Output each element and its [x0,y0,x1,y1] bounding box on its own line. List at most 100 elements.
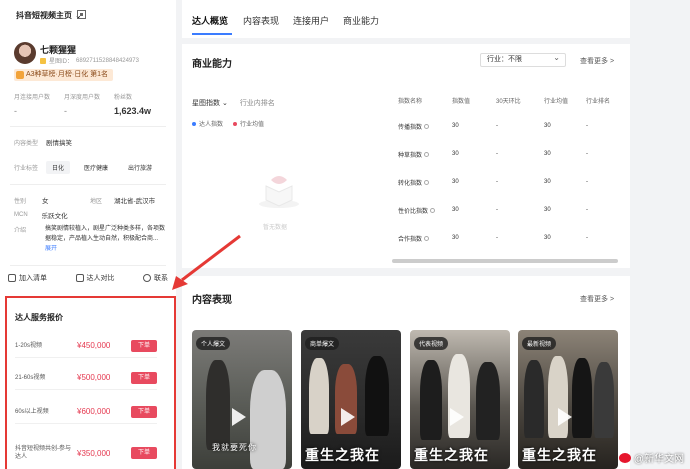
play-icon [232,408,246,426]
video-badge: 代表视频 [414,337,449,350]
intro-text: 搞笑剧情较植入，剧星广泛种类多样，各项数据稳定，产品植入生动自然，积极配合商..… [45,226,166,252]
order-button[interactable]: 下单 [131,371,157,384]
star-map-icon [40,57,46,64]
service-quote-panel: 达人服务报价 1-20s视频 ¥450,000 下单 21-60s视频 ¥500… [5,296,176,469]
divider [10,265,166,266]
chat-icon [143,274,151,282]
video-caption: 重生之我在 [522,448,597,464]
content-more-link[interactable]: 查看更多 > [580,294,614,304]
list-add-icon [8,274,16,282]
legend-item: 行业均值 [233,119,264,128]
tab-connected-users[interactable]: 连接用户 [293,14,329,27]
quote-title: 达人服务报价 [15,313,63,322]
chart-header: 星图指数 ⌄ 行业内排名 [192,98,275,108]
tab-content-performance[interactable]: 内容表现 [243,14,279,27]
video-figure [572,358,592,438]
video-figure [365,356,389,436]
content-type-row: 内容类型 剧情搞笑 [14,140,73,147]
stat-monthly-deep: 月深度用户数 - [64,95,101,116]
video-caption: 重生之我在 [305,448,380,464]
video-figure [594,362,614,438]
video-badge: 最新视频 [522,337,557,350]
watermark: @新华文网 [618,450,684,465]
video-figure [476,362,500,440]
help-icon[interactable] [424,180,430,186]
industry-chip[interactable]: 医疗健康 [78,161,114,174]
quote-row: 60s以上视频 ¥600,000 下单 [15,400,157,424]
profile-sidebar: 抖音短视频主页 ⌄ 七颗猩猩 星图ID： 6892711528848424973 … [0,0,176,469]
intro-label: 介绍 [14,228,27,234]
tab-overview[interactable]: 达人概览 [192,14,228,27]
active-tab-underline [192,33,232,35]
help-icon[interactable] [424,236,430,242]
order-button[interactable]: 下单 [131,339,157,352]
legend-item: 达人指数 [192,119,223,128]
video-figure [524,360,544,438]
mcn-row: MCN 乐跃文化 [14,210,68,220]
tab-business-ability[interactable]: 商业能力 [343,14,379,27]
content-title: 内容表现 [192,295,232,306]
video-badge: 商单爆文 [305,337,340,350]
quote-row: 1-20s视频 ¥450,000 下单 [15,334,157,358]
table-row: 传播指数 30-30- [398,123,588,131]
business-more-link[interactable]: 查看更多 > [580,56,614,66]
quote-row: 抖音短视频共创-参与达人 ¥350,000 下单 [15,438,157,468]
action-bar: 加入清单 达人对比 联系 [8,273,168,283]
empty-text: 暂无数据 [263,225,288,231]
video-card[interactable]: 最新视频 重生之我在 [518,330,618,469]
stat-monthly-connected: 月连接用户数 - [14,95,51,116]
table-row: 性价比指数 30-30- [398,207,588,215]
industry-row: 行业标签 日化 医疗健康 出行旅游 [14,161,158,174]
stats-row: 月连接用户数 - 月深度用户数 - 粉丝数 1,623.4w [14,92,164,116]
divider [10,126,166,127]
industry-select[interactable]: 行业：不限 [480,52,566,67]
industry-chip[interactable]: 日化 [46,161,71,174]
empty-box-illustration [259,176,299,208]
play-icon [450,408,464,426]
play-icon [341,408,355,426]
compare-icon [75,274,84,282]
video-caption: 我就要死你 [212,443,257,452]
region-row: 地区 湖北省-武汉市 [90,198,156,205]
help-icon[interactable] [424,152,430,158]
video-figure [206,360,230,450]
video-badge: 个人爆文 [196,337,231,350]
crown-icon [16,71,24,79]
platform-select[interactable]: 抖音短视频主页 ⌄ [16,10,82,21]
weibo-logo-icon [618,452,631,463]
stat-followers: 粉丝数 1,623.4w [114,95,152,116]
quote-row: 21-60s视频 ¥500,000 下单 [15,366,157,390]
avatar [14,42,36,64]
creator-name: 七颗猩猩 [40,45,77,55]
add-to-list-button[interactable]: 加入清单 [8,273,47,283]
contact-button[interactable]: 联系 [143,273,168,283]
table-row: 转化指数 30-30- [398,179,588,187]
table-row: 合作指数 30-30- [398,235,588,243]
rank-badge[interactable]: A3种草榜·月榜·日化 第1名 [14,69,114,81]
video-figure [420,360,442,440]
compare-button[interactable]: 达人对比 [75,273,115,283]
expand-link[interactable]: 展开 [45,246,57,252]
play-icon [558,408,572,426]
business-title: 商业能力 [192,59,232,70]
mcn-link[interactable]: 乐跃文化 [42,210,68,220]
qr-code-icon[interactable] [77,10,86,19]
order-button[interactable]: 下单 [131,447,157,459]
index-table: 指数名称 指数值 30天环比 行业均值 行业排名 传播指数 30-30- 种草指… [388,96,630,252]
video-caption: 重生之我在 [414,448,489,464]
index-select[interactable]: 星图指数 ⌄ [192,98,228,108]
video-card[interactable]: 代表视频 重生之我在 [410,330,510,469]
table-row: 种草指数 30-30- [398,151,588,159]
gender-row: 性别 女 [14,198,49,205]
divider [10,184,166,185]
help-icon[interactable] [430,208,436,214]
horizontal-scrollbar[interactable] [392,259,618,263]
industry-rank-label: 行业内排名 [239,100,275,107]
video-card[interactable]: 个人爆文 我就要死你 [192,330,292,469]
video-figure [309,358,329,434]
industry-chip[interactable]: 出行旅游 [122,161,158,174]
video-card[interactable]: 商单爆文 重生之我在 [301,330,401,469]
order-button[interactable]: 下单 [131,405,157,418]
table-header: 指数名称 指数值 30天环比 行业均值 行业排名 [398,99,611,105]
help-icon[interactable] [424,124,430,130]
